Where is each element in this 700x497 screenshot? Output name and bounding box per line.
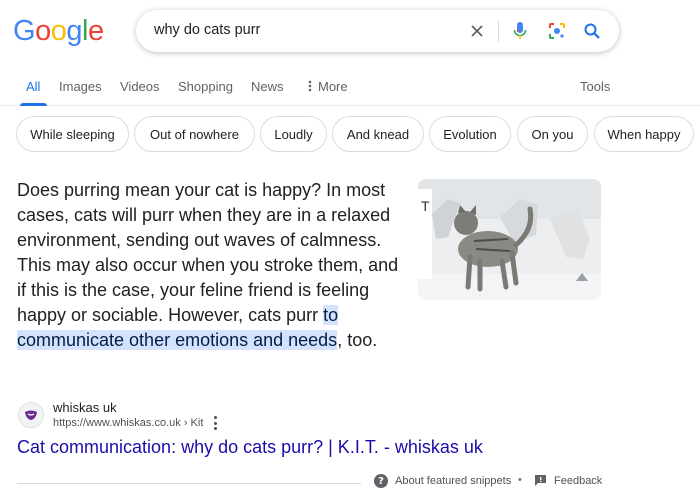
chip-while-sleeping[interactable]: While sleeping [16,116,129,152]
tab-images[interactable]: Images [59,79,102,94]
tab-videos[interactable]: Videos [120,79,160,94]
footer-divider [17,483,361,484]
whiskas-favicon[interactable] [18,402,44,428]
tab-all[interactable]: All [26,79,40,94]
source-name[interactable]: whiskas uk [53,400,117,415]
lens-icon[interactable] [547,21,567,41]
tools-button[interactable]: Tools [580,79,610,94]
close-icon[interactable] [467,21,487,41]
chip-evolution[interactable]: Evolution [429,116,511,152]
search-tabs: All Images Videos Shopping News More Too… [0,72,700,106]
about-featured-snippets-link[interactable]: ? About featured snippets [374,474,511,488]
tab-news[interactable]: News [251,79,284,94]
logo-letter: o [35,15,51,47]
snippet-text-end: , too. [337,330,378,350]
logo-letter: g [66,15,82,47]
logo-letter: o [50,15,67,47]
snippet-text: Does purring mean your cat is happy? In … [17,180,399,325]
logo-letter: e [87,15,104,47]
chip-out-of-nowhere[interactable]: Out of nowhere [134,116,255,152]
feedback-link[interactable]: Feedback [534,474,602,487]
feedback-label: Feedback [554,474,603,487]
search-input[interactable]: why do cats purr [154,22,260,38]
source-url[interactable]: https://www.whiskas.co.uk › Kit [53,417,203,429]
chip-loudly[interactable]: Loudly [260,116,327,152]
mic-icon[interactable] [510,21,530,41]
help-icon: ? [374,474,388,488]
chip-and-knead[interactable]: And knead [332,116,424,152]
footer-separator: • [518,474,522,486]
tab-more-label: More [318,79,348,94]
logo-letter: G [13,15,36,47]
active-tab-indicator [20,103,47,106]
about-label: About featured snippets [395,475,512,487]
tab-shopping[interactable]: Shopping [178,79,233,94]
chip-when-happy[interactable]: When happy [594,116,694,152]
search-box[interactable]: why do cats purr [136,10,619,52]
feedback-icon [535,475,546,486]
chip-on-you[interactable]: On you [517,116,588,152]
cat-photo[interactable]: T [418,179,601,300]
svg-text:T: T [421,198,430,214]
google-logo[interactable]: Google [13,14,104,48]
tab-more[interactable]: More [308,79,348,94]
search-divider [498,20,499,42]
result-title-link[interactable]: Cat communication: why do cats purr? | K… [17,437,483,458]
more-options-icon[interactable] [210,416,220,430]
featured-snippet-text: Does purring mean your cat is happy? In … [17,178,405,353]
search-icon[interactable] [582,21,602,41]
vertical-dots-icon [308,80,312,92]
